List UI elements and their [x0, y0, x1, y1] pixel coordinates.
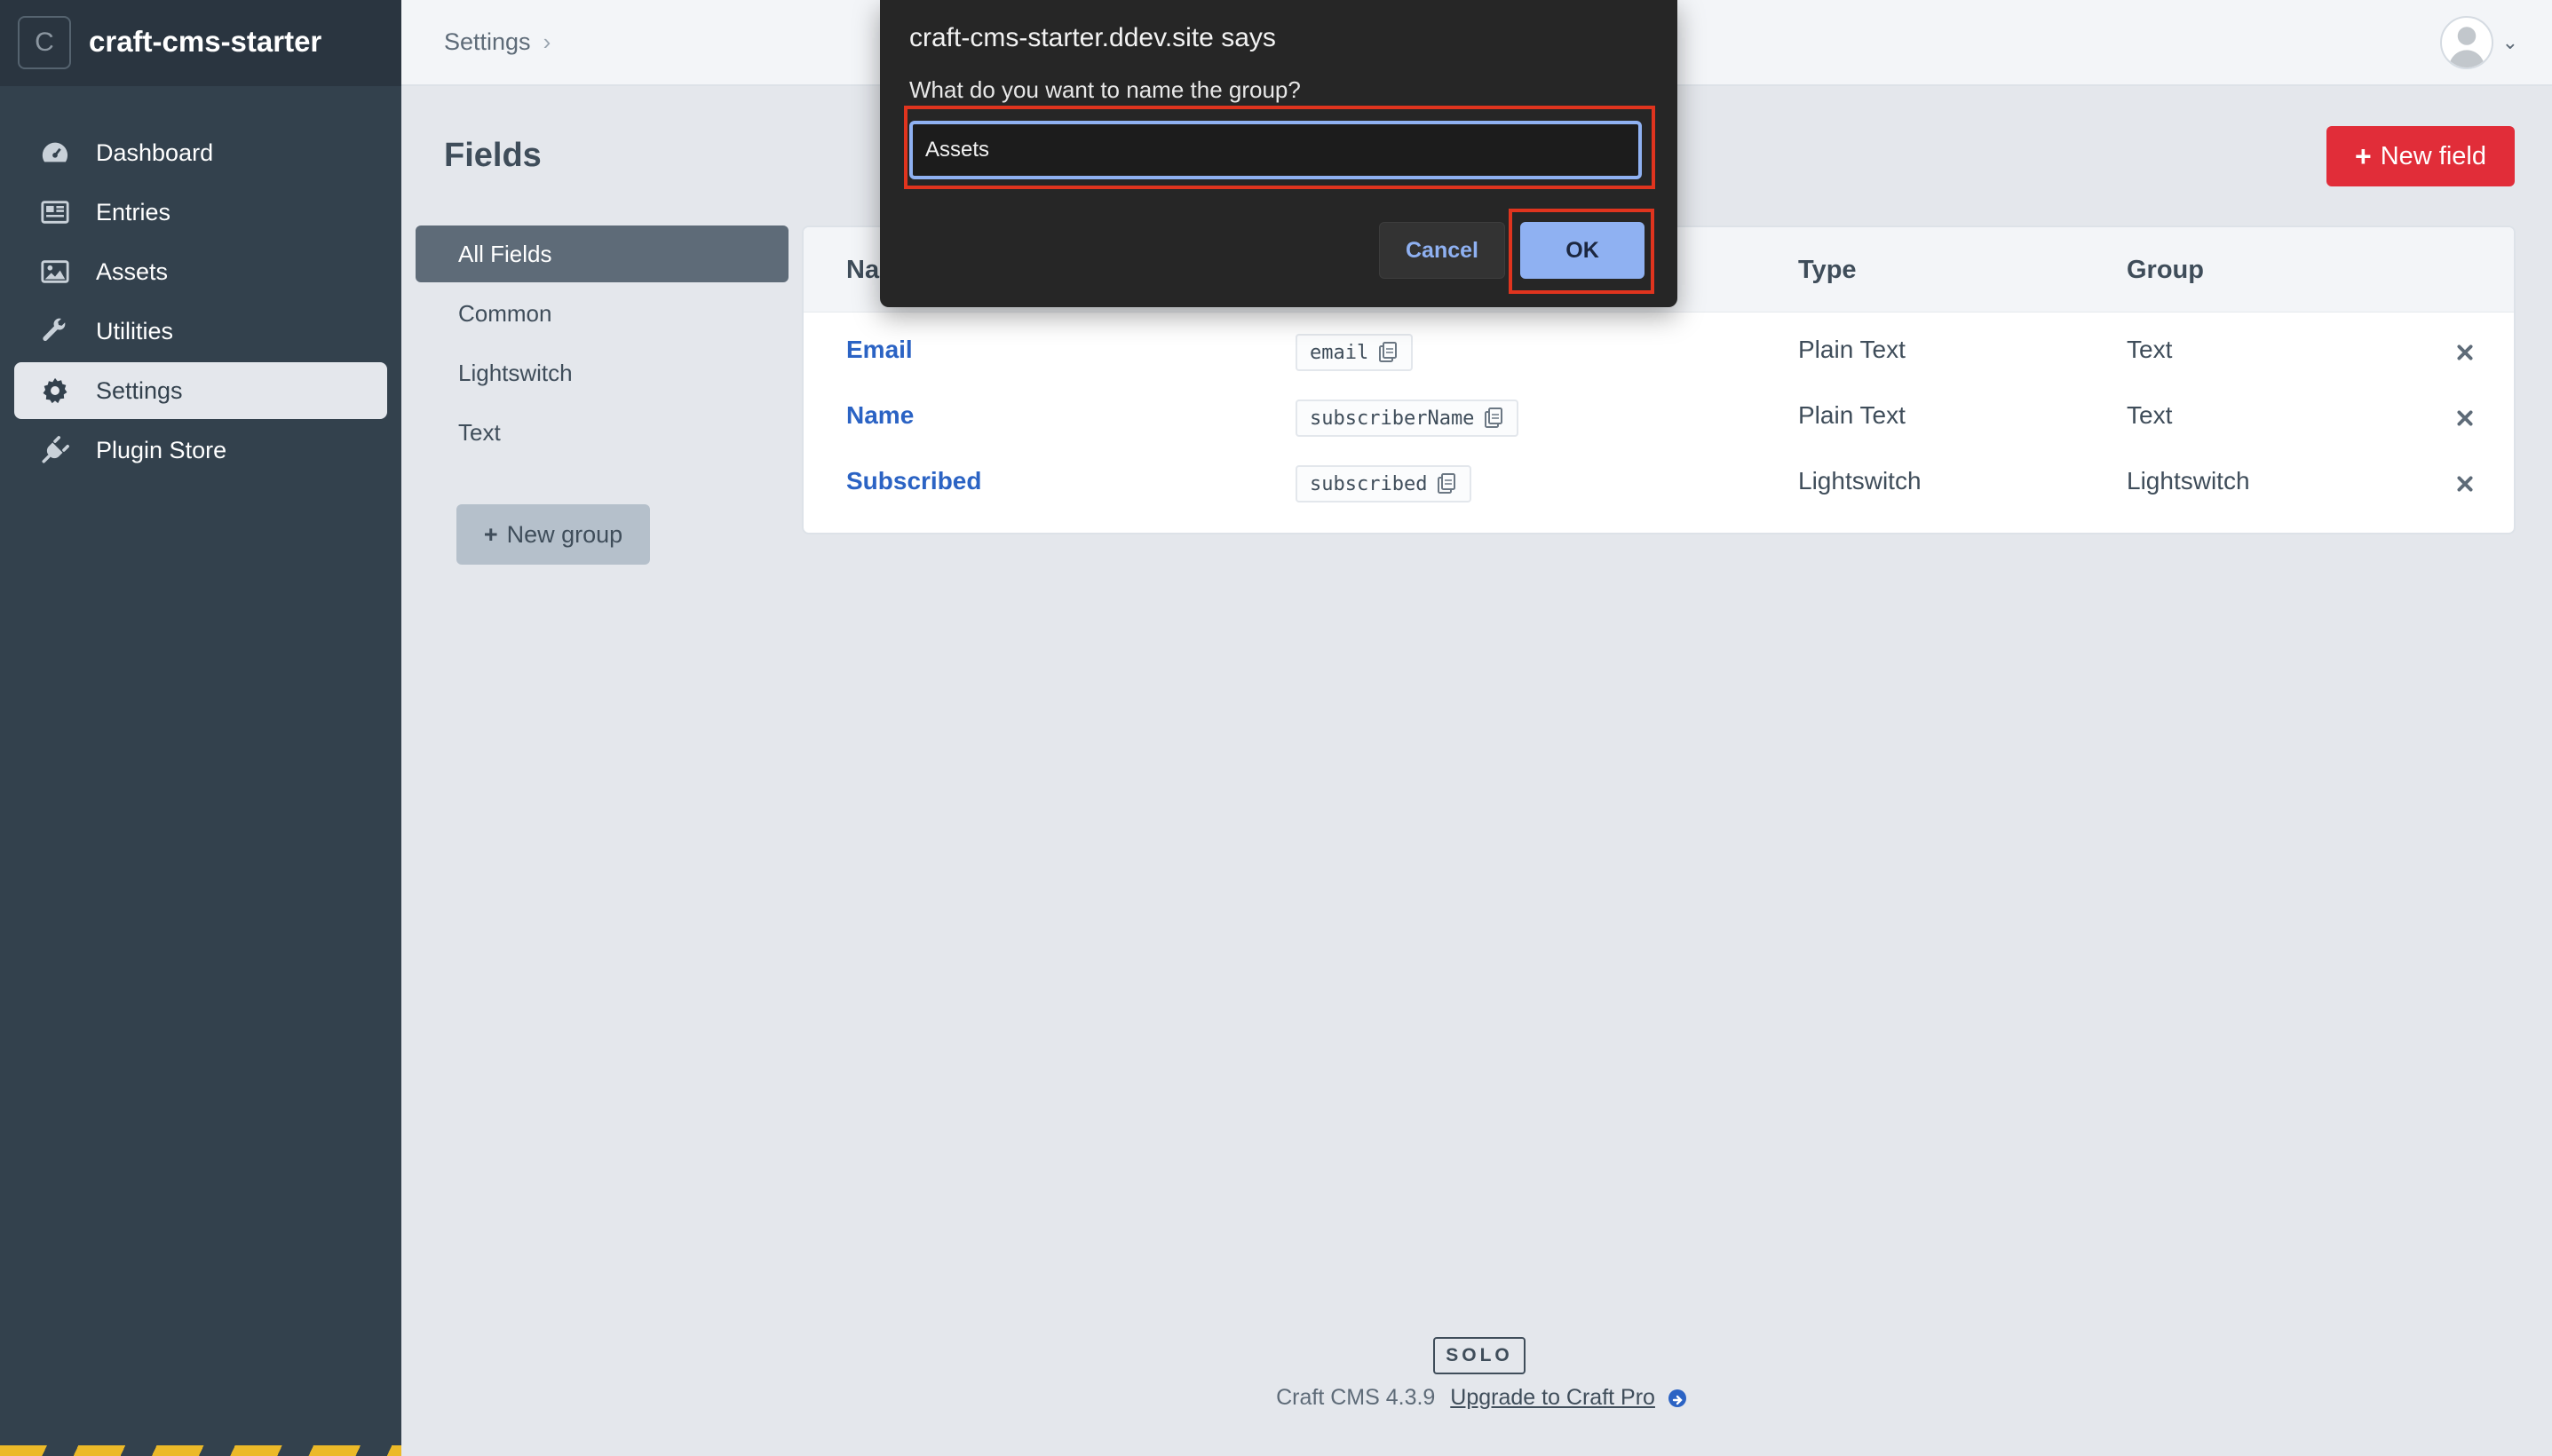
sidebar-nav: Dashboard Entries Assets Utilities Setti… [14, 124, 387, 481]
dialog-title: craft-cms-starter.ddev.site says [909, 23, 1276, 52]
copy-icon[interactable] [1377, 341, 1399, 364]
copy-icon[interactable] [1436, 472, 1457, 495]
field-type: Plain Text [1798, 401, 1906, 429]
field-name-link[interactable]: Email [846, 336, 913, 364]
breadcrumb-settings-link[interactable]: Settings [444, 28, 531, 56]
field-type: Plain Text [1798, 336, 1906, 363]
prompt-dialog: craft-cms-starter.ddev.site says What do… [880, 0, 1677, 307]
footer: Craft CMS 4.3.9 Upgrade to Craft Pro [0, 1385, 2552, 1411]
arrow-circle-right-icon[interactable] [1668, 1389, 1686, 1408]
sidebar-item-label: Dashboard [96, 138, 214, 166]
column-header-name[interactable]: Na [846, 256, 879, 285]
field-handle-text: email [1310, 341, 1369, 364]
field-handle-text: subscriberName [1310, 407, 1475, 430]
new-field-label: New field [2380, 141, 2486, 170]
ok-button[interactable]: OK [1520, 222, 1645, 279]
new-group-button[interactable]: + New group [456, 504, 650, 565]
delete-icon[interactable] [2452, 471, 2478, 497]
sidebar-item-label: Plugin Store [96, 436, 227, 463]
field-handle: email [1296, 334, 1414, 371]
site-header: C craft-cms-starter [0, 0, 401, 86]
upgrade-link[interactable]: Upgrade to Craft Pro [1450, 1385, 1655, 1410]
plug-icon [39, 434, 71, 466]
sidebar-item-assets[interactable]: Assets [14, 243, 387, 300]
field-type: Lightswitch [1798, 467, 1922, 495]
chevron-down-icon[interactable]: ⌄ [2502, 31, 2518, 54]
image-icon [39, 256, 71, 288]
new-field-button[interactable]: + New field [2326, 126, 2515, 186]
gauge-icon [39, 137, 71, 169]
chevron-right-icon: › [543, 28, 551, 55]
sidebar-item-label: Entries [96, 198, 171, 226]
sidebar-item-plugin-store[interactable]: Plugin Store [14, 422, 387, 479]
cancel-button[interactable]: Cancel [1379, 222, 1505, 279]
user-silhouette-icon [2448, 27, 2485, 67]
field-name-link[interactable]: Name [846, 401, 914, 430]
table-row: Email email Plain Text Text [804, 320, 2514, 385]
site-name[interactable]: craft-cms-starter [89, 25, 321, 59]
field-group: Text [2127, 336, 2173, 363]
page-title: Fields [444, 137, 542, 174]
field-handle-text: subscribed [1310, 472, 1428, 495]
avatar[interactable] [2439, 16, 2493, 69]
group-name-input[interactable] [909, 121, 1642, 179]
group-lightswitch[interactable]: Lightswitch [416, 344, 789, 401]
plus-icon: + [483, 520, 498, 548]
gear-icon [39, 375, 71, 407]
site-logo[interactable]: C [18, 16, 71, 69]
edition-badge: SOLO [1433, 1337, 1526, 1374]
breadcrumb: Settings › [444, 28, 551, 56]
field-handle: subscriberName [1296, 400, 1519, 437]
field-group: Lightswitch [2127, 467, 2250, 495]
dialog-message: What do you want to name the group? [909, 76, 1301, 103]
delete-icon[interactable] [2452, 405, 2478, 431]
user-menu[interactable]: ⌄ [2439, 16, 2518, 69]
table-row: Subscribed subscribed Lightswitch Lights… [804, 451, 2514, 517]
field-name-link[interactable]: Subscribed [846, 467, 981, 495]
version-text: Craft CMS 4.3.9 [1276, 1385, 1436, 1410]
copy-icon[interactable] [1483, 407, 1504, 430]
group-text[interactable]: Text [416, 404, 789, 461]
table-row: Name subscriberName Plain Text Text [804, 385, 2514, 451]
sidebar-item-dashboard[interactable]: Dashboard [14, 124, 387, 181]
plus-icon: + [2355, 139, 2372, 172]
column-header-group[interactable]: Group [2127, 256, 2204, 285]
group-common[interactable]: Common [416, 285, 789, 342]
sidebar-item-label: Assets [96, 257, 169, 285]
sidebar-item-utilities[interactable]: Utilities [14, 303, 387, 360]
field-group: Text [2127, 401, 2173, 429]
sidebar-item-settings[interactable]: Settings [14, 362, 387, 419]
group-all-fields[interactable]: All Fields [416, 226, 789, 282]
delete-icon[interactable] [2452, 339, 2478, 366]
sidebar: C craft-cms-starter Dashboard Entries As… [0, 0, 401, 1456]
new-group-label: New group [506, 520, 623, 548]
sidebar-item-entries[interactable]: Entries [14, 184, 387, 241]
field-groups: All Fields Common Lightswitch Text [416, 226, 789, 463]
wrench-icon [39, 315, 71, 347]
dev-mode-stripes [0, 1445, 401, 1456]
sidebar-item-label: Settings [96, 376, 183, 404]
column-header-type[interactable]: Type [1798, 256, 1857, 285]
newspaper-icon [39, 196, 71, 228]
sidebar-item-label: Utilities [96, 317, 174, 344]
field-handle: subscribed [1296, 465, 1472, 502]
